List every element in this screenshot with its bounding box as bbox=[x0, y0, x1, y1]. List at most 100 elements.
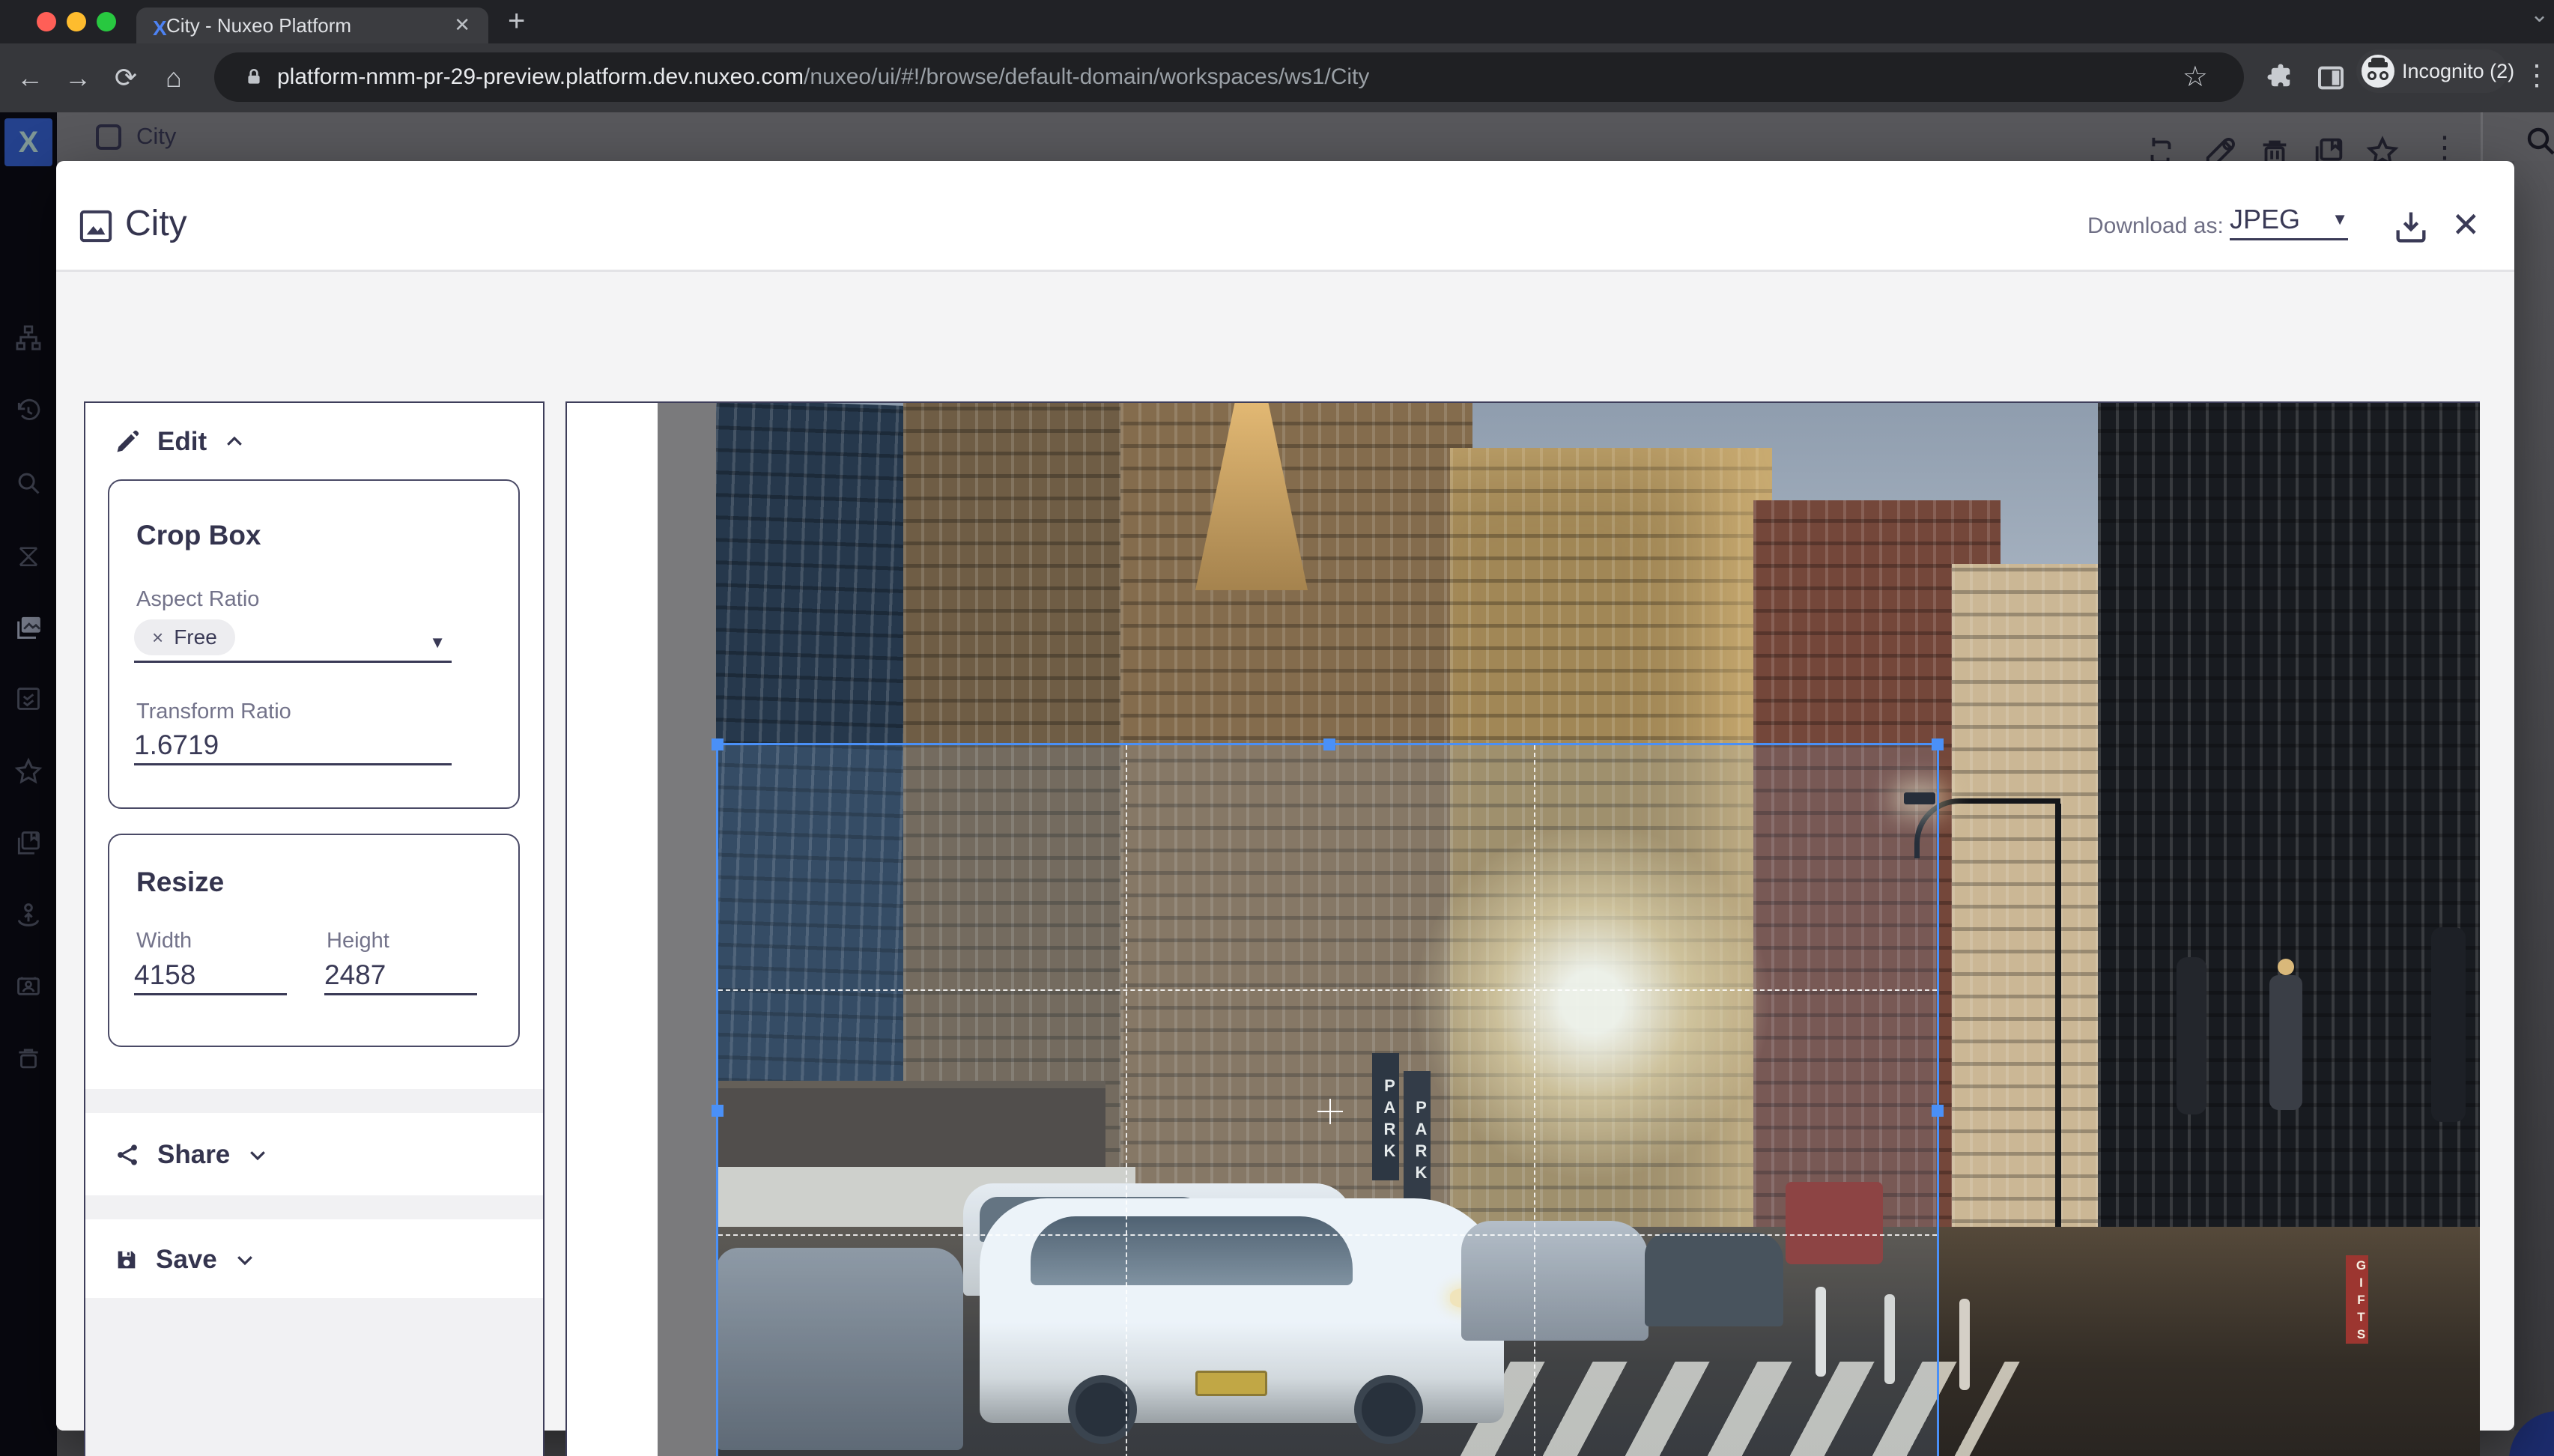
page-right-edge-dimmed bbox=[2514, 161, 2554, 1456]
url-domain: platform-nmm-pr-29-preview.platform.dev.… bbox=[277, 64, 804, 89]
edit-section-header[interactable]: Edit bbox=[85, 427, 543, 457]
share-label: Share bbox=[157, 1140, 230, 1170]
document-checkbox[interactable] bbox=[96, 124, 121, 150]
download-button[interactable] bbox=[2391, 207, 2430, 246]
section-gap bbox=[85, 1195, 543, 1219]
bookmark-star-icon[interactable]: ☆ bbox=[2183, 60, 2208, 94]
close-dialog-button[interactable]: ✕ bbox=[2451, 204, 2481, 245]
browser-menu-kebab-icon[interactable]: ⋮ bbox=[2523, 58, 2551, 92]
sidebar-item-assets[interactable] bbox=[0, 613, 57, 643]
tab-close-icon[interactable]: ✕ bbox=[454, 13, 470, 37]
sidebar-item-history[interactable] bbox=[0, 397, 57, 425]
document-menu-kebab-icon[interactable]: ⋮ bbox=[2430, 130, 2460, 161]
sidebar-item-search[interactable] bbox=[0, 469, 57, 497]
url-path: /nuxeo/ui/#!/browse/default-domain/works… bbox=[804, 64, 1369, 89]
incognito-icon bbox=[2362, 55, 2394, 88]
document-title-behind: City bbox=[136, 123, 176, 150]
edit-label: Edit bbox=[157, 427, 207, 457]
crop-box-card: Crop Box Aspect Ratio × Free ▼ Transform… bbox=[108, 479, 520, 809]
chip-remove-icon[interactable]: × bbox=[152, 626, 163, 649]
delete-trash-icon[interactable] bbox=[2257, 135, 2292, 161]
back-button[interactable]: ← bbox=[6, 62, 54, 94]
new-tab-button[interactable]: + bbox=[508, 4, 525, 38]
height-input[interactable] bbox=[324, 956, 477, 995]
screen: X City - Nuxeo Platform ✕ + ⌄ ← → ⟳ ⌂ pl… bbox=[0, 0, 2554, 1456]
drawer-search-icon[interactable] bbox=[2523, 123, 2554, 159]
share-section: Share bbox=[85, 1113, 543, 1195]
crop-handle-w[interactable] bbox=[712, 1105, 724, 1117]
aspect-ratio-label: Aspect Ratio bbox=[136, 587, 259, 612]
side-panel-icon[interactable] bbox=[2316, 63, 2346, 93]
incognito-label: Incognito (2) bbox=[2402, 60, 2514, 83]
window-zoom-button[interactable] bbox=[97, 12, 116, 31]
crop-handle-e[interactable] bbox=[1932, 1105, 1944, 1117]
format-select[interactable]: JPEG ▼ bbox=[2230, 200, 2348, 240]
crop-box-title: Crop Box bbox=[136, 520, 261, 551]
transform-ratio-input[interactable] bbox=[134, 727, 452, 765]
crop-guide-horizontal bbox=[718, 1234, 1937, 1236]
save-disk-icon bbox=[114, 1247, 139, 1273]
transform-ratio-label: Transform Ratio bbox=[136, 700, 291, 724]
sidebar-item-collections[interactable] bbox=[0, 828, 57, 857]
tab-search-chevron-icon[interactable]: ⌄ bbox=[2530, 1, 2549, 28]
page-header-dimmed: City ⋮ bbox=[57, 112, 2554, 161]
dialog-body: Edit Crop Box Aspect Ratio × Free ▼ bbox=[56, 272, 2514, 1431]
sidebar-item-favorites[interactable] bbox=[0, 756, 57, 786]
width-label: Width bbox=[136, 929, 192, 953]
crop-guide-vertical bbox=[1126, 745, 1127, 1456]
resize-title: Resize bbox=[136, 867, 224, 898]
tab-title: City - Nuxeo Platform bbox=[166, 14, 351, 37]
incognito-badge[interactable]: Incognito (2) bbox=[2356, 49, 2508, 93]
home-button[interactable]: ⌂ bbox=[150, 62, 198, 94]
window-close-button[interactable] bbox=[37, 12, 56, 31]
edit-section: Edit Crop Box Aspect Ratio × Free ▼ bbox=[85, 403, 543, 1089]
reload-button[interactable]: ⟳ bbox=[102, 62, 150, 94]
sidebar-item-workflow[interactable] bbox=[0, 685, 57, 713]
download-as-label: Download as: bbox=[2087, 213, 2224, 239]
aspect-ratio-chip[interactable]: × Free bbox=[134, 619, 235, 655]
dialog-title: City bbox=[125, 203, 187, 244]
share-section-header[interactable]: Share bbox=[85, 1140, 543, 1170]
image-viewer: PARK PARK GIFTS bbox=[565, 401, 2480, 1456]
format-value: JPEG bbox=[2230, 204, 2300, 235]
nuxeo-favicon-icon: X bbox=[153, 16, 167, 40]
save-section-header[interactable]: Save bbox=[85, 1245, 543, 1275]
section-gap bbox=[85, 1089, 543, 1113]
nuxeo-logo[interactable]: X bbox=[4, 118, 52, 166]
chevron-up-icon bbox=[223, 431, 246, 453]
url-text: platform-nmm-pr-29-preview.platform.dev.… bbox=[277, 64, 1369, 90]
width-input[interactable] bbox=[134, 956, 287, 995]
aspect-caret-icon: ▼ bbox=[429, 633, 446, 652]
compare-icon[interactable] bbox=[2144, 135, 2178, 161]
add-to-collection-icon[interactable] bbox=[2311, 135, 2346, 161]
sidebar-item-publish[interactable] bbox=[0, 900, 57, 930]
format-caret-icon: ▼ bbox=[2332, 210, 2348, 229]
window-minimize-button[interactable] bbox=[67, 12, 86, 31]
share-icon bbox=[114, 1141, 141, 1168]
edit-pencil-icon[interactable] bbox=[2203, 135, 2238, 161]
crop-handle-nw[interactable] bbox=[712, 738, 724, 750]
aspect-ratio-select[interactable]: × Free ▼ bbox=[134, 619, 452, 663]
app-sidebar: X ⧖ ⚙ bbox=[0, 112, 57, 1456]
dialog-header: City Download as: JPEG ▼ ✕ bbox=[56, 161, 2514, 270]
crop-box[interactable] bbox=[716, 743, 1939, 1456]
extensions-puzzle-icon[interactable] bbox=[2265, 61, 2296, 93]
resize-card: Resize Width Height bbox=[108, 834, 520, 1047]
sidebar-item-user-profile[interactable] bbox=[0, 972, 57, 1001]
sidebar-item-tasks-icon[interactable]: ⧖ bbox=[0, 538, 57, 574]
height-label: Height bbox=[327, 929, 389, 953]
address-bar[interactable]: platform-nmm-pr-29-preview.platform.dev.… bbox=[214, 52, 2244, 102]
browser-tab[interactable]: X City - Nuxeo Platform ✕ bbox=[136, 7, 488, 43]
favorite-star-icon[interactable] bbox=[2365, 135, 2400, 161]
save-section: Save bbox=[85, 1219, 543, 1298]
browser-tabstrip: X City - Nuxeo Platform ✕ + ⌄ bbox=[0, 0, 2554, 43]
chevron-down-icon bbox=[234, 1249, 256, 1271]
sidebar-item-browse[interactable] bbox=[0, 324, 57, 352]
crop-handle-ne[interactable] bbox=[1932, 738, 1944, 750]
sidebar-item-trash[interactable] bbox=[0, 1044, 57, 1073]
chip-value: Free bbox=[174, 625, 217, 649]
lock-icon bbox=[244, 64, 264, 90]
forward-button[interactable]: → bbox=[54, 62, 102, 94]
crop-handle-n[interactable] bbox=[1323, 738, 1335, 750]
chevron-down-icon bbox=[246, 1144, 269, 1166]
